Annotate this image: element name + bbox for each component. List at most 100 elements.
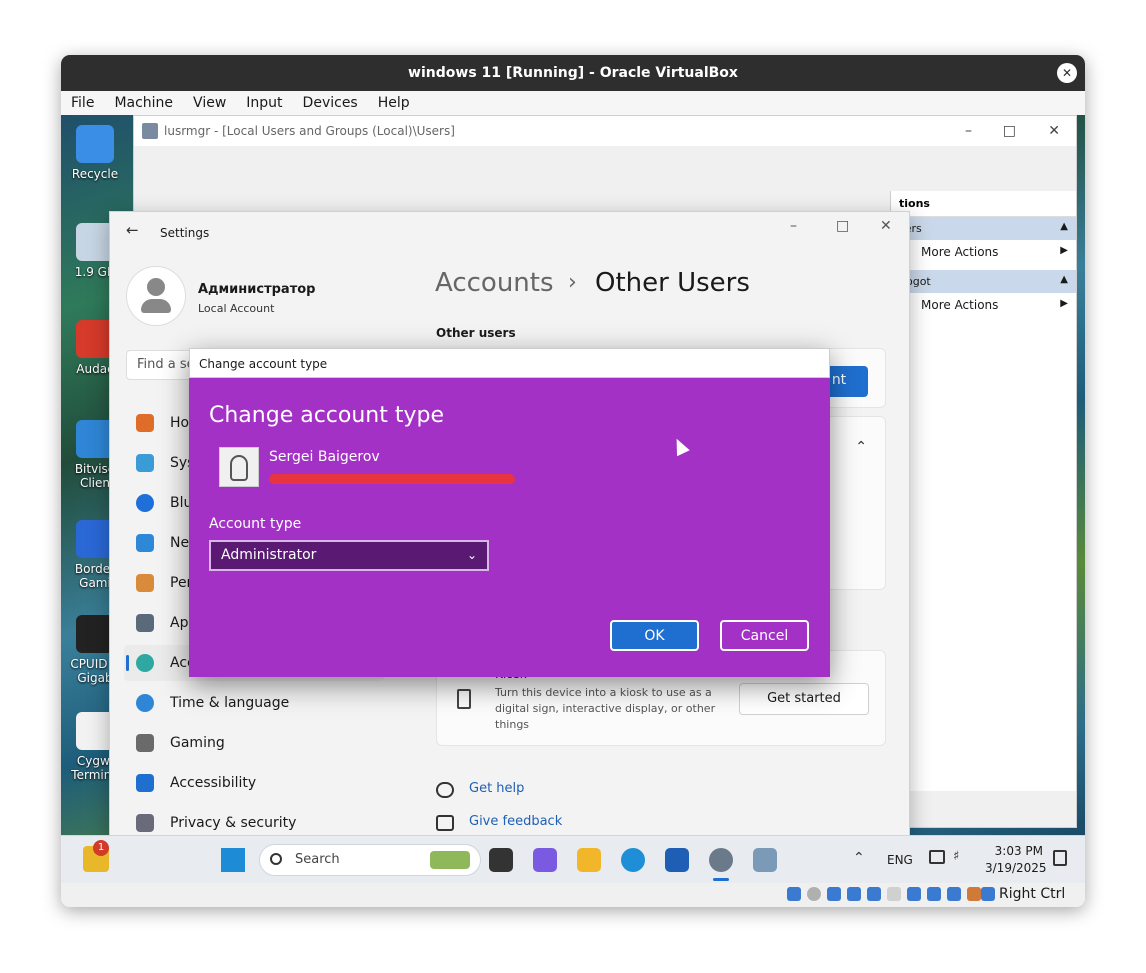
vbox-statusbar: Right Ctrl <box>61 883 1085 907</box>
settings-search-input[interactable]: Find a se <box>126 350 196 380</box>
globe-icon <box>136 694 154 712</box>
user-name: Администратор <box>198 282 316 297</box>
user-type: Local Account <box>198 302 275 315</box>
close-icon[interactable]: ✕ <box>880 218 892 234</box>
submenu-arrow-icon: ▶ <box>1060 298 1068 309</box>
clock-date[interactable]: 3/19/2025 <box>985 861 1047 875</box>
person-body-icon <box>141 299 171 313</box>
usb-icon[interactable] <box>867 887 881 901</box>
windows-start-icon[interactable] <box>221 848 245 872</box>
vbox-close-button[interactable]: ✕ <box>1057 63 1077 83</box>
dialog-titlebar: Change account type <box>189 348 830 378</box>
store-icon[interactable] <box>665 848 689 872</box>
kiosk-icon <box>457 689 471 709</box>
system-icon <box>136 454 154 472</box>
nav-label: Ho <box>170 415 190 431</box>
minimize-icon[interactable]: – <box>790 218 797 234</box>
close-icon[interactable]: ✕ <box>1048 116 1060 146</box>
menu-devices[interactable]: Devices <box>293 91 368 115</box>
network-adapter-icon[interactable] <box>847 887 861 901</box>
maximize-icon[interactable]: □ <box>836 218 849 234</box>
back-arrow-icon[interactable]: ← <box>126 221 139 239</box>
apps-icon <box>136 614 154 632</box>
breadcrumb-separator: › <box>568 270 577 295</box>
desktop-icon-label: Recycle <box>71 167 119 181</box>
vbox-title: windows 11 [Running] - Oracle VirtualBox <box>408 65 738 81</box>
vbox-menubar: File Machine View Input Devices Help <box>61 91 1085 115</box>
collapse-up-icon: ▲ <box>1060 274 1068 285</box>
menu-help[interactable]: Help <box>368 91 420 115</box>
host-key-label: Right Ctrl <box>999 886 1066 902</box>
audio-icon[interactable] <box>827 887 841 901</box>
file-explorer-icon[interactable] <box>577 848 601 872</box>
chevron-up-icon[interactable]: ⌃ <box>853 850 865 866</box>
active-app-indicator <box>713 878 729 881</box>
feedback-icon <box>436 815 454 831</box>
nav-accessibility[interactable]: Accessibility <box>124 765 384 801</box>
actions-section-users[interactable]: sers ▲ <box>891 217 1076 240</box>
person-head-icon <box>147 278 165 296</box>
more-actions-user[interactable]: More Actions ▶ <box>891 293 1076 317</box>
nav-privacy-security[interactable]: Privacy & security <box>124 805 384 835</box>
menu-machine[interactable]: Machine <box>104 91 183 115</box>
settings-gear-icon[interactable] <box>709 848 733 872</box>
desktop-icon-recycle-bin[interactable]: Recycle <box>63 125 127 181</box>
guest-screen: Recycle 1.9 GB Audac Bitvise Clien Borde… <box>61 115 1085 835</box>
maximize-icon[interactable]: □ <box>1003 116 1016 146</box>
actions-panel: tions sers ▲ More Actions ▶ gogot ▲ More… <box>890 191 1076 791</box>
keyboard-capture-icon[interactable] <box>981 887 995 901</box>
get-started-button[interactable]: Get started <box>739 683 869 715</box>
notification-center-icon[interactable] <box>1053 850 1067 866</box>
chevron-up-icon[interactable]: ⌃ <box>855 439 867 455</box>
optical-drive-icon[interactable] <box>807 887 821 901</box>
submenu-arrow-icon: ▶ <box>1060 245 1068 256</box>
cancel-button[interactable]: Cancel <box>720 620 809 651</box>
wifi-icon <box>136 534 154 552</box>
nav-time-language[interactable]: Time & language <box>124 685 384 721</box>
taskbar-search-input[interactable]: Search <box>259 844 481 876</box>
display-icon[interactable] <box>907 887 921 901</box>
menu-view[interactable]: View <box>183 91 236 115</box>
breadcrumb-accounts[interactable]: Accounts <box>435 268 554 298</box>
collapse-up-icon: ▲ <box>1060 221 1068 232</box>
menu-file[interactable]: File <box>61 91 104 115</box>
get-help-link[interactable]: Get help <box>469 781 524 796</box>
shared-folders-icon[interactable] <box>887 887 901 901</box>
actions-section-user[interactable]: gogot ▲ <box>891 270 1076 293</box>
edge-icon[interactable] <box>621 848 645 872</box>
redaction-mark <box>269 474 515 484</box>
settings-title: Settings <box>160 226 210 240</box>
ok-button[interactable]: OK <box>610 620 699 651</box>
nav-label: Gaming <box>170 735 225 751</box>
menu-input[interactable]: Input <box>236 91 292 115</box>
gamepad-icon <box>136 734 154 752</box>
language-indicator[interactable]: ENG <box>887 853 913 867</box>
more-actions-label: More Actions <box>921 245 999 259</box>
account-type-select[interactable]: Administrator ⌄ <box>209 540 489 571</box>
network-icon[interactable] <box>929 850 945 864</box>
copilot-icon[interactable] <box>533 848 557 872</box>
selection-indicator <box>126 655 129 671</box>
clock-time[interactable]: 3:03 PM <box>985 844 1043 858</box>
give-feedback-link[interactable]: Give feedback <box>469 814 562 829</box>
cpu-icon[interactable] <box>947 887 961 901</box>
nav-label: Ne <box>170 535 190 551</box>
task-view-icon[interactable] <box>489 848 513 872</box>
more-actions-users[interactable]: More Actions ▶ <box>891 240 1076 264</box>
search-icon <box>270 853 282 865</box>
accounts-icon <box>136 654 154 672</box>
mouse-integration-icon[interactable] <box>967 887 981 901</box>
person-icon <box>230 455 248 481</box>
nav-gaming[interactable]: Gaming <box>124 725 384 761</box>
change-account-type-dialog: Change account type Change account type … <box>189 348 830 677</box>
dialog-heading: Change account type <box>209 403 445 428</box>
volume-icon[interactable]: ♯ <box>953 849 959 864</box>
search-highlight-icon <box>430 851 470 869</box>
recording-icon[interactable] <box>927 887 941 901</box>
accessibility-icon <box>136 774 154 792</box>
more-actions-label: More Actions <box>921 298 999 312</box>
hdd-icon[interactable] <box>787 887 801 901</box>
minimize-icon[interactable]: – <box>965 116 972 146</box>
lusrmgr-task-icon[interactable] <box>753 848 777 872</box>
help-icon <box>436 782 454 798</box>
